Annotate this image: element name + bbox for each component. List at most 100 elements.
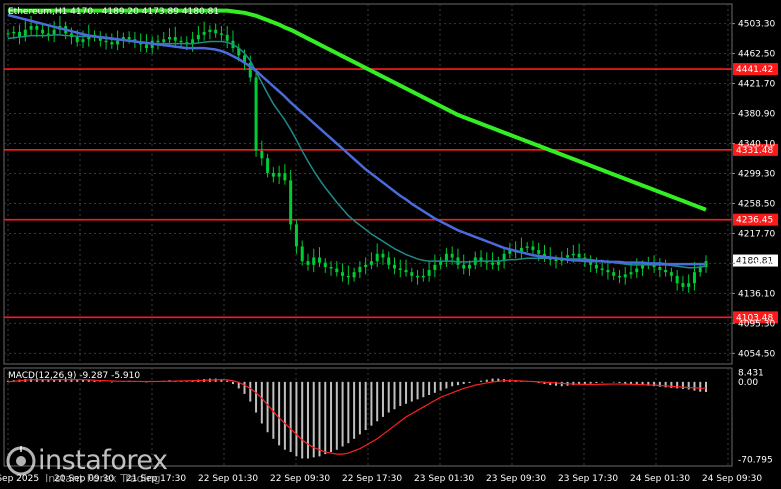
- candle-body: [81, 39, 85, 43]
- candle-body: [381, 253, 385, 258]
- time-tick-label: 23 Sep 09:30: [486, 474, 546, 484]
- candle-body: [635, 268, 639, 273]
- price-tick-label: 4258.50: [738, 199, 775, 209]
- candle-body: [162, 39, 166, 43]
- time-tick-label: 23 Sep 01:30: [414, 474, 474, 484]
- candle-body: [410, 272, 414, 276]
- candle-body: [271, 172, 275, 177]
- price-tick-label: 4503.30: [738, 20, 775, 30]
- candle-body: [225, 34, 229, 41]
- candle-body: [266, 158, 270, 173]
- macd-info: MACD(12,26,9) -9.287 -5.910: [8, 371, 140, 381]
- candle-body: [617, 275, 621, 278]
- candle-body: [335, 268, 339, 273]
- candle-body: [525, 246, 529, 248]
- candle-body: [594, 264, 598, 269]
- candle-body: [323, 262, 327, 268]
- candle-body: [669, 272, 673, 276]
- candle-body: [294, 224, 298, 247]
- candle-body: [127, 37, 131, 40]
- candle-body: [35, 26, 39, 30]
- candle-body: [612, 272, 616, 276]
- candle-body: [312, 257, 316, 265]
- time-tick-label: 22 Sep 17:30: [342, 474, 402, 484]
- candle-body: [358, 267, 362, 273]
- candle-body: [346, 275, 350, 278]
- candle-body: [12, 31, 16, 34]
- price-tick-label: 4054.50: [738, 349, 775, 359]
- price-tick-label: 4299.30: [738, 169, 775, 179]
- candle-body: [6, 33, 10, 35]
- candle-body: [260, 150, 264, 159]
- candle-body: [104, 40, 108, 43]
- candle-body: [214, 29, 218, 34]
- candle-body: [219, 33, 223, 35]
- candle-body: [283, 172, 287, 181]
- candle-body: [29, 26, 33, 30]
- candle-body: [658, 267, 662, 270]
- instaforex-logo-icon: [6, 446, 36, 476]
- candle-body: [687, 283, 691, 287]
- time-tick-label: 22 Sep 01:30: [198, 474, 258, 484]
- candle-body: [577, 253, 581, 258]
- macd-tick-label: 0.00: [738, 378, 758, 388]
- candle-body: [623, 274, 627, 278]
- price-tick-label: 4095.30: [738, 319, 775, 329]
- candle-body: [75, 37, 79, 43]
- candle-body: [52, 29, 56, 35]
- candle-body: [554, 259, 558, 262]
- candle-body: [277, 172, 281, 177]
- candle-body: [369, 261, 373, 265]
- candle-body: [491, 262, 495, 265]
- candle-body: [692, 272, 696, 284]
- candle-body: [392, 264, 396, 269]
- price-tick-label: 4462.50: [738, 50, 775, 60]
- candle-body: [571, 253, 575, 256]
- price-tick-label: 4136.10: [738, 289, 775, 299]
- time-tick-label: 23 Sep 17:30: [558, 474, 618, 484]
- candle-body: [566, 255, 570, 258]
- candle-body: [462, 264, 466, 269]
- candle-body: [46, 33, 50, 35]
- candle-body: [387, 257, 391, 265]
- candle-body: [467, 264, 471, 269]
- candle-body: [444, 253, 448, 262]
- candle-body: [537, 250, 541, 254]
- candle-body: [168, 37, 172, 40]
- candle-body: [404, 269, 408, 273]
- candle-body: [427, 269, 431, 276]
- macd-tick-label: -70.795: [738, 455, 773, 465]
- candle-body: [318, 257, 322, 263]
- candle-body: [202, 31, 206, 35]
- candle-body: [681, 283, 685, 287]
- candle-body: [156, 40, 160, 43]
- price-tick-label: 4421.70: [738, 80, 775, 90]
- candle-body: [375, 253, 379, 262]
- candle-body: [196, 34, 200, 40]
- candle-body: [341, 272, 345, 276]
- candle-body: [416, 275, 420, 278]
- candle-body: [433, 264, 437, 270]
- candle-body: [116, 40, 120, 45]
- trading-chart: 4441.424331.484236.454103.484180.81 4503…: [0, 0, 781, 489]
- price-tick-label: 4340.10: [738, 140, 775, 150]
- candle-body: [421, 275, 425, 278]
- candle-body: [110, 42, 114, 45]
- candle-body: [600, 268, 604, 270]
- candle-body: [675, 275, 679, 284]
- brand-tagline: Instant Forex Trading: [45, 472, 161, 485]
- candle-body: [306, 261, 310, 265]
- candle-body: [606, 269, 610, 273]
- brand-name: instaforex: [38, 444, 168, 476]
- candle-body: [352, 272, 356, 278]
- time-tick-label: 24 Sep 09:30: [702, 474, 762, 484]
- candle-body: [208, 29, 212, 32]
- candle-body: [531, 246, 535, 251]
- candle-body: [664, 269, 668, 273]
- candle-body: [300, 246, 304, 262]
- candle-body: [450, 253, 454, 258]
- time-tick-label: 24 Sep 01:30: [630, 474, 690, 484]
- candle-body: [289, 180, 293, 225]
- candle-body: [179, 40, 183, 43]
- candle-body: [41, 29, 45, 34]
